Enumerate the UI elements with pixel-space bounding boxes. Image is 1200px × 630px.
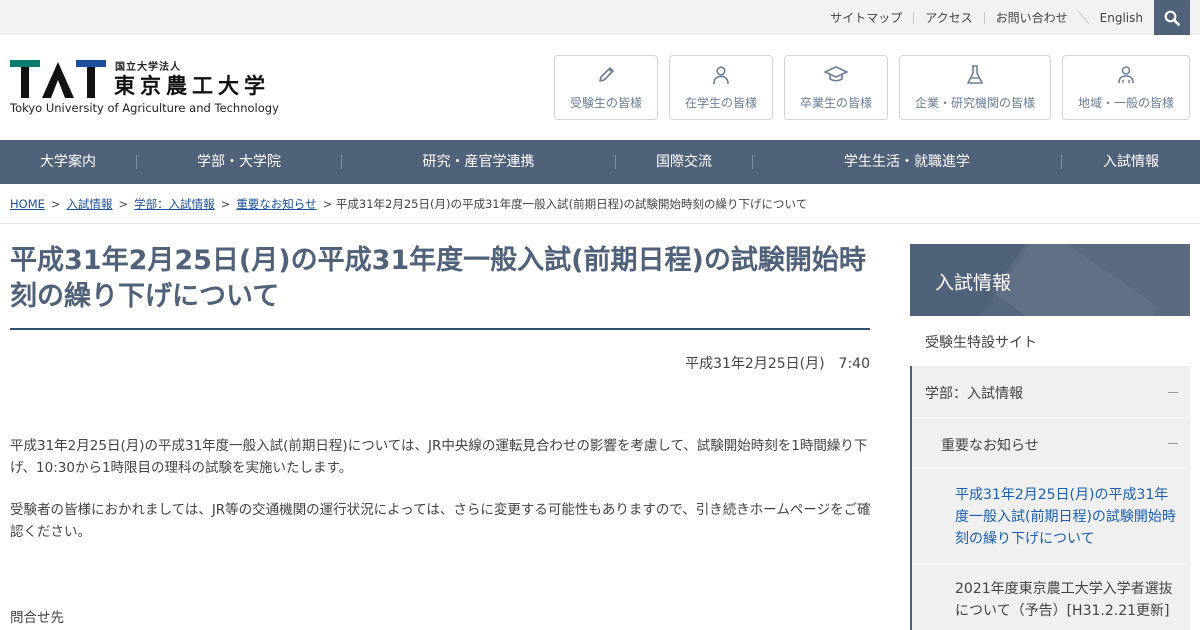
nav-item-student-life[interactable]: 学生生活・就職進学 — [753, 140, 1061, 184]
contact-link[interactable]: お問い合わせ — [985, 9, 1079, 26]
search-button[interactable] — [1154, 0, 1190, 35]
sidebar-item-notices[interactable]: 重要なお知らせ — [910, 418, 1190, 468]
sidebar-item-label: 平成31年2月25日(月)の平成31年度一般入試(前期日程)の試験開始時刻の繰り… — [955, 487, 1176, 547]
university-logo[interactable]: 国立大学法人 東京農工大学 Tokyo University of Agricu… — [10, 58, 279, 118]
global-navigation: 大学案内 学部・大学院 研究・産官学連携 国際交流 学生生活・就職進学 入試情報 — [0, 140, 1200, 184]
utility-bar: サイトマップ アクセス お問い合わせ English — [0, 0, 1200, 35]
post-date: 平成31年2月25日(月) 7:40 — [685, 356, 870, 372]
nav-item-admissions[interactable]: 入試情報 — [1062, 140, 1200, 184]
sidebar-item-label: 学部：入試情報 — [925, 386, 1023, 402]
audience-button-applicants[interactable]: 受験生の皆様 — [554, 55, 658, 120]
sidebar-item-label: 受験生特設サイト — [925, 335, 1037, 351]
sitemap-link[interactable]: サイトマップ — [819, 9, 913, 26]
audience-button-students[interactable]: 在学生の皆様 — [669, 55, 773, 120]
people-icon — [1118, 66, 1134, 84]
logo-japanese-name: 東京農工大学 — [114, 74, 270, 98]
audience-label: 卒業生の皆様 — [799, 96, 872, 110]
sidebar-item-current-article[interactable]: 平成31年2月25日(月)の平成31年度一般入試(前期日程)の試験開始時刻の繰り… — [910, 468, 1190, 564]
logo-english-name: Tokyo University of Agriculture and Tech… — [10, 101, 279, 115]
search-icon — [1164, 10, 1180, 26]
article-paragraph: 平成31年2月25日(月)の平成31年度一般入試(前期日程)については、JR中央… — [10, 438, 868, 476]
breadcrumb-admissions[interactable]: 入試情報 — [67, 197, 113, 211]
divider — [1078, 11, 1089, 24]
breadcrumb-home[interactable]: HOME — [10, 197, 45, 211]
audience-button-companies[interactable]: 企業・研究機関の皆様 — [899, 55, 1051, 120]
nav-item-faculties[interactable]: 学部・大学院 — [137, 140, 341, 184]
sidebar-item-label: 重要なお知らせ — [941, 438, 1039, 454]
contact-heading: 問合せ先 — [10, 610, 64, 626]
sidebar-item-special-site[interactable]: 受験生特設サイト — [910, 316, 1190, 366]
person-icon — [713, 66, 729, 85]
collapse-icon[interactable] — [1168, 442, 1178, 444]
article-paragraph: 受験者の皆様におかれましては、JR等の交通機関の運行状況によっては、さらに変更す… — [10, 502, 871, 540]
breadcrumb-notices[interactable]: 重要なお知らせ — [236, 197, 316, 211]
title-underline — [10, 328, 870, 330]
breadcrumb: HOME > 入試情報 > 学部：入試情報 > 重要なお知らせ > 平成31年2月25日(月)… — [10, 197, 808, 211]
sidebar-title: 入試情報 — [935, 272, 1012, 294]
utility-links: サイトマップ アクセス お問い合わせ English — [819, 0, 1154, 35]
nav-item-research[interactable]: 研究・産官学連携 — [342, 140, 615, 184]
sidebar-item-undergrad-admissions[interactable]: 学部：入試情報 — [910, 366, 1190, 418]
breadcrumb-undergrad-admissions[interactable]: 学部：入試情報 — [134, 197, 215, 211]
sidebar-active-border — [910, 366, 912, 630]
audience-button-alumni[interactable]: 卒業生の皆様 — [784, 55, 888, 120]
page-title: 平成31年2月25日(月)の平成31年度一般入試(前期日程)の試験開始時刻の繰り… — [10, 245, 866, 312]
nav-item-about[interactable]: 大学案内 — [0, 140, 136, 184]
sidebar-header: 入試情報 — [910, 244, 1190, 316]
pencil-icon — [599, 67, 614, 82]
audience-label: 在学生の皆様 — [684, 96, 757, 110]
audience-label: 企業・研究機関の皆様 — [914, 96, 1035, 110]
sidebar-item-label: 2021年度東京農工大学入学者選抜について（予告）[H31.2.21更新] — [955, 581, 1173, 619]
access-link[interactable]: アクセス — [914, 9, 983, 26]
flask-icon — [967, 65, 983, 84]
nav-item-international[interactable]: 国際交流 — [616, 140, 752, 184]
audience-label: 地域・一般の皆様 — [1077, 96, 1174, 110]
sidebar-item-2021-selection[interactable]: 2021年度東京農工大学入学者選抜について（予告）[H31.2.21更新] — [910, 564, 1190, 630]
breadcrumb-divider — [0, 223, 1200, 224]
graduation-cap-icon — [824, 66, 848, 82]
collapse-icon[interactable] — [1168, 391, 1178, 393]
audience-button-community[interactable]: 地域・一般の皆様 — [1062, 55, 1190, 120]
english-link[interactable]: English — [1089, 11, 1154, 25]
tat-logo-mark — [10, 60, 106, 98]
breadcrumb-current: 平成31年2月25日(月)の平成31年度一般入試(前期日程)の試験開始時刻の繰り… — [335, 197, 808, 211]
audience-label: 受験生の皆様 — [569, 96, 642, 110]
